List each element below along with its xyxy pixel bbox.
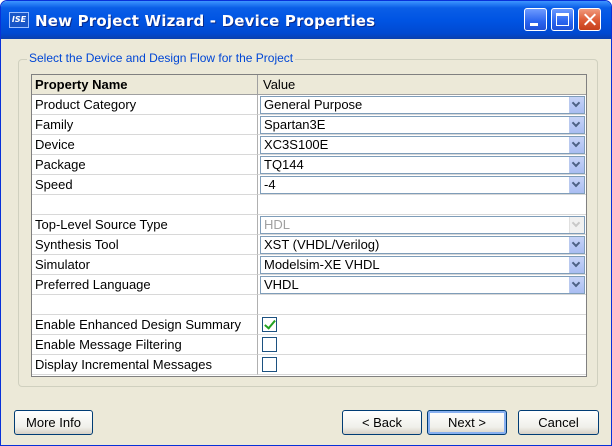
dropdown-value: Spartan3E	[264, 117, 326, 132]
row-speed: Speed -4	[32, 175, 586, 195]
group-legend: Select the Device and Design Flow for th…	[27, 51, 296, 65]
dropdown-value: HDL	[264, 217, 291, 232]
simulator-dropdown[interactable]: Modelsim-XE VHDL	[260, 256, 585, 274]
dropdown-value: -4	[264, 177, 276, 192]
row-family: Family Spartan3E	[32, 115, 586, 135]
new-project-wizard-window: ISE New Project Wizard - Device Properti…	[0, 0, 612, 446]
family-dropdown[interactable]: Spartan3E	[260, 116, 585, 134]
row-separator	[32, 195, 586, 215]
chevron-down-icon[interactable]	[569, 157, 584, 173]
chevron-down-icon[interactable]	[569, 177, 584, 193]
property-label: Package	[32, 155, 258, 175]
chevron-down-icon[interactable]	[569, 257, 584, 273]
empty-cell	[32, 195, 258, 215]
row-product-category: Product Category General Purpose	[32, 95, 586, 115]
close-button[interactable]	[578, 8, 601, 31]
property-label: Product Category	[32, 95, 258, 115]
enhanced-design-summary-checkbox[interactable]	[262, 317, 277, 332]
product-category-dropdown[interactable]: General Purpose	[260, 96, 585, 114]
next-button[interactable]: Next >	[427, 410, 507, 435]
property-label: Simulator	[32, 255, 258, 275]
more-info-button[interactable]: More Info	[14, 410, 93, 435]
property-label: Display Incremental Messages	[32, 355, 258, 375]
cancel-button[interactable]: Cancel	[518, 410, 599, 435]
grid-header: Property Name Value	[32, 75, 586, 95]
window-title: New Project Wizard - Device Properties	[35, 12, 376, 30]
property-label: Synthesis Tool	[32, 235, 258, 255]
row-package: Package TQ144	[32, 155, 586, 175]
chevron-down-icon[interactable]	[569, 117, 584, 133]
property-label: Device	[32, 135, 258, 155]
dropdown-value: TQ144	[264, 157, 304, 172]
chevron-down-icon[interactable]	[569, 97, 584, 113]
row-preferred-language: Preferred Language VHDL	[32, 275, 586, 295]
header-property-name: Property Name	[32, 75, 258, 95]
chevron-down-icon	[569, 217, 584, 233]
row-incremental-messages: Display Incremental Messages	[32, 355, 586, 375]
chevron-down-icon[interactable]	[569, 237, 584, 253]
dropdown-value: XST (VHDL/Verilog)	[264, 237, 380, 252]
property-label: Enable Message Filtering	[32, 335, 258, 355]
property-label: Enable Enhanced Design Summary	[32, 315, 258, 335]
preferred-language-dropdown[interactable]: VHDL	[260, 276, 585, 294]
speed-dropdown[interactable]: -4	[260, 176, 585, 194]
row-device: Device XC3S100E	[32, 135, 586, 155]
empty-cell	[258, 195, 586, 215]
device-dropdown[interactable]: XC3S100E	[260, 136, 585, 154]
header-value: Value	[258, 75, 586, 95]
dropdown-value: General Purpose	[264, 97, 363, 112]
property-label: Preferred Language	[32, 275, 258, 295]
ise-app-icon: ISE	[9, 12, 29, 28]
incremental-messages-checkbox[interactable]	[262, 357, 277, 372]
dropdown-value: VHDL	[264, 277, 299, 292]
maximize-button[interactable]	[551, 8, 574, 31]
package-dropdown[interactable]: TQ144	[260, 156, 585, 174]
row-synthesis-tool: Synthesis Tool XST (VHDL/Verilog)	[32, 235, 586, 255]
empty-cell	[258, 295, 586, 315]
title-bar[interactable]: ISE New Project Wizard - Device Properti…	[1, 1, 611, 39]
dropdown-value: XC3S100E	[264, 137, 329, 152]
row-enhanced-design-summary: Enable Enhanced Design Summary	[32, 315, 586, 335]
chevron-down-icon[interactable]	[569, 277, 584, 293]
property-label: Speed	[32, 175, 258, 195]
property-grid: Property Name Value Product Category Gen…	[31, 74, 587, 377]
back-button[interactable]: < Back	[342, 410, 422, 435]
row-top-level-source-type: Top-Level Source Type HDL	[32, 215, 586, 235]
top-level-source-type-dropdown: HDL	[260, 216, 585, 234]
property-label: Family	[32, 115, 258, 135]
row-separator	[32, 295, 586, 315]
chevron-down-icon[interactable]	[569, 137, 584, 153]
row-simulator: Simulator Modelsim-XE VHDL	[32, 255, 586, 275]
header-value-label: Value	[263, 77, 296, 92]
dropdown-value: Modelsim-XE VHDL	[264, 257, 380, 272]
synthesis-tool-dropdown[interactable]: XST (VHDL/Verilog)	[260, 236, 585, 254]
row-message-filtering: Enable Message Filtering	[32, 335, 586, 355]
property-label: Top-Level Source Type	[32, 215, 258, 235]
empty-cell	[32, 295, 258, 315]
message-filtering-checkbox[interactable]	[262, 337, 277, 352]
minimize-button[interactable]	[524, 8, 547, 31]
